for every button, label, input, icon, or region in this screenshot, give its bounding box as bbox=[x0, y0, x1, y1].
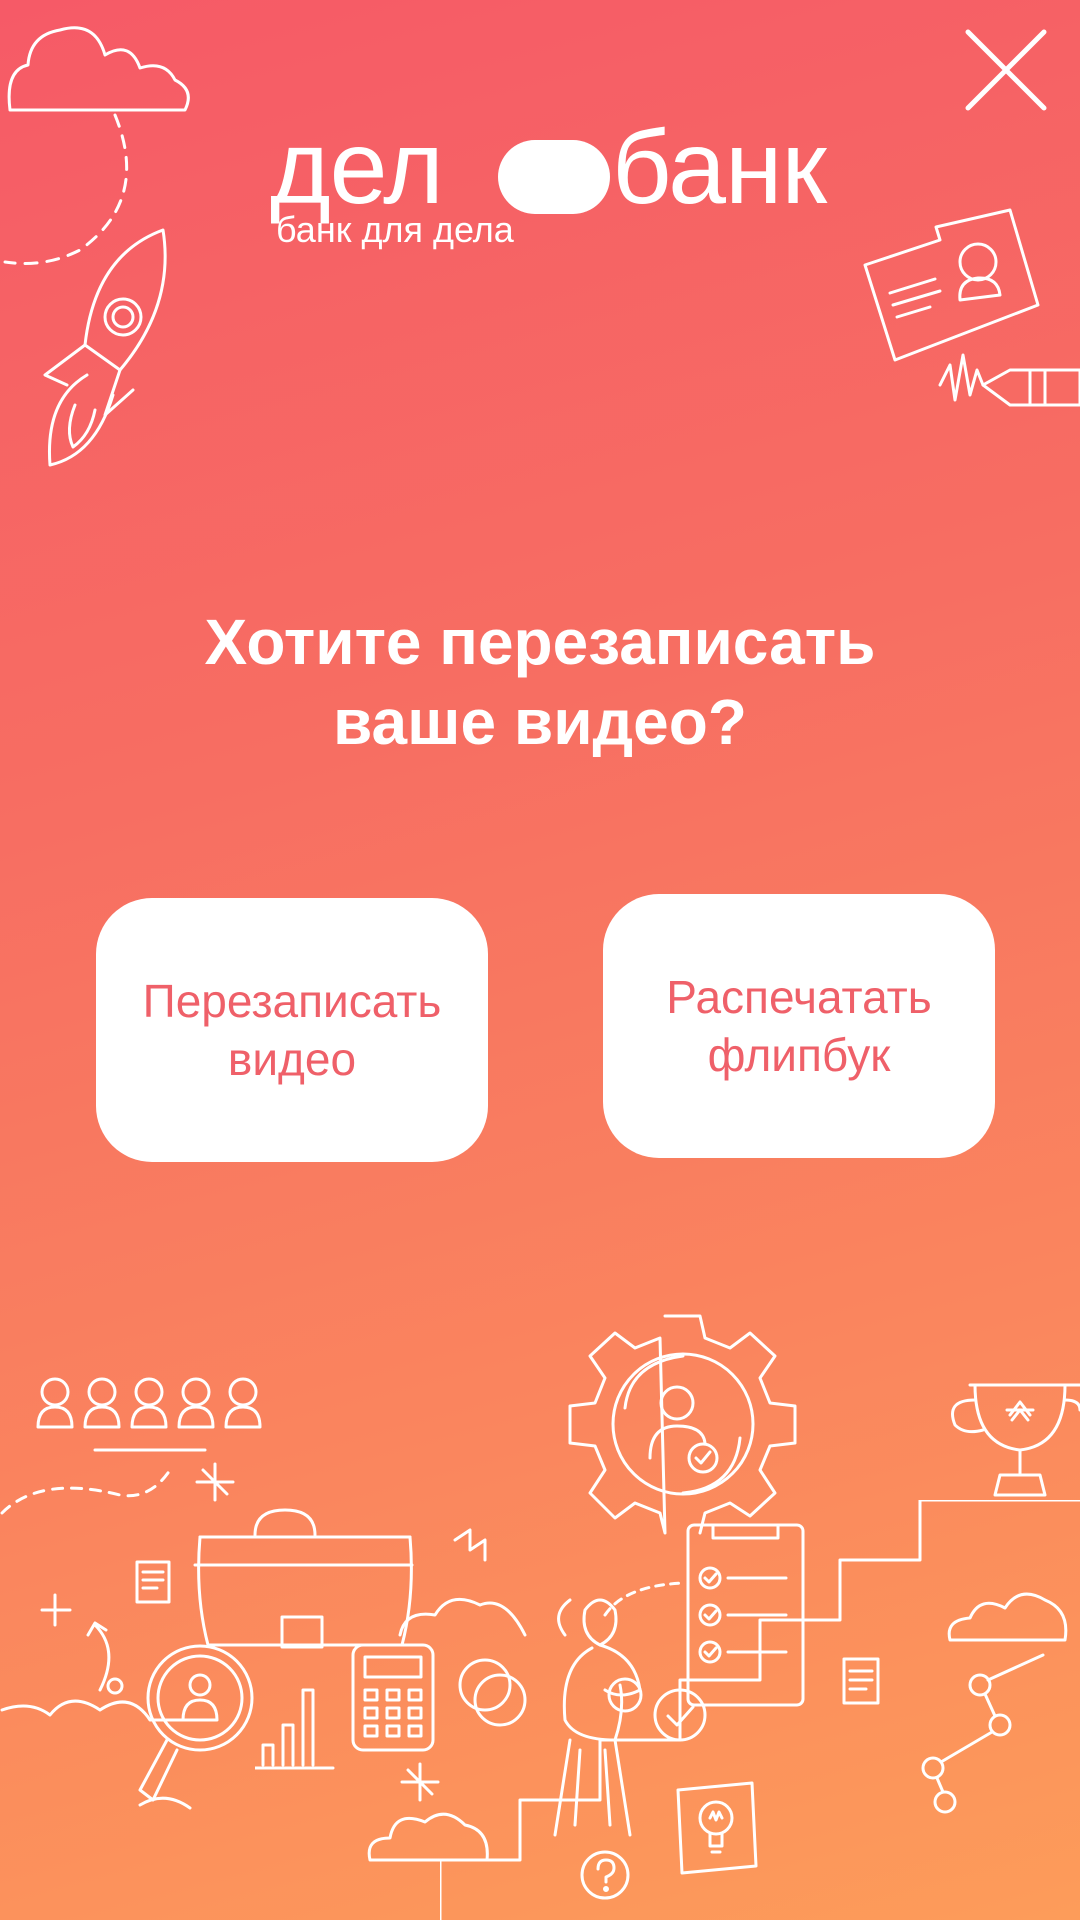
rerecord-video-button[interactable]: Перезаписать видео bbox=[96, 898, 488, 1162]
sparkle-icon bbox=[400, 1762, 440, 1802]
dashed-path bbox=[0, 1468, 172, 1515]
logo: дел банк банк для дела bbox=[270, 110, 827, 250]
close-icon bbox=[965, 29, 1047, 111]
trophy-icon bbox=[951, 1383, 1080, 1497]
cloud-icon bbox=[947, 1592, 1068, 1642]
document-icon bbox=[842, 1657, 880, 1705]
bar-chart-icon bbox=[255, 1688, 335, 1770]
print-button-line-2: флипбук bbox=[707, 1029, 891, 1081]
lightbulb-icon bbox=[676, 1781, 758, 1875]
logo-pill-mark bbox=[498, 140, 610, 214]
logo-tagline: банк для дела bbox=[276, 209, 514, 250]
print-flipbook-button[interactable]: Распечатать флипбук bbox=[603, 894, 995, 1158]
print-button-line-1: Распечатать bbox=[666, 971, 932, 1023]
dashed-arrow bbox=[603, 1581, 687, 1617]
question-icon bbox=[580, 1850, 630, 1900]
magnifier-person-icon bbox=[138, 1644, 254, 1810]
check-circle-icon bbox=[653, 1688, 707, 1742]
question-line-1: Хотите перезаписать bbox=[204, 606, 876, 678]
rerecord-button-line-1: Перезаписать bbox=[142, 975, 442, 1027]
molecule-icon bbox=[921, 1653, 1045, 1814]
rocket-icon bbox=[43, 228, 167, 467]
calculator-icon bbox=[351, 1643, 435, 1752]
question-line-2: ваше видео? bbox=[333, 686, 747, 758]
person-figure bbox=[553, 1598, 643, 1837]
close-button[interactable] bbox=[958, 22, 1054, 118]
people-icon bbox=[36, 1377, 262, 1452]
logo-wordmark-left: дел bbox=[270, 110, 444, 226]
cloud-icon bbox=[7, 26, 190, 112]
dialog-question: Хотите перезаписать ваше видео? bbox=[0, 602, 1080, 762]
logo-wordmark-right: банк bbox=[612, 110, 827, 226]
rerecord-button-line-2: видео bbox=[227, 1033, 357, 1085]
marker-icon bbox=[938, 353, 1080, 407]
cloud-icon bbox=[367, 1812, 489, 1862]
sparkle-icon bbox=[195, 1462, 235, 1502]
